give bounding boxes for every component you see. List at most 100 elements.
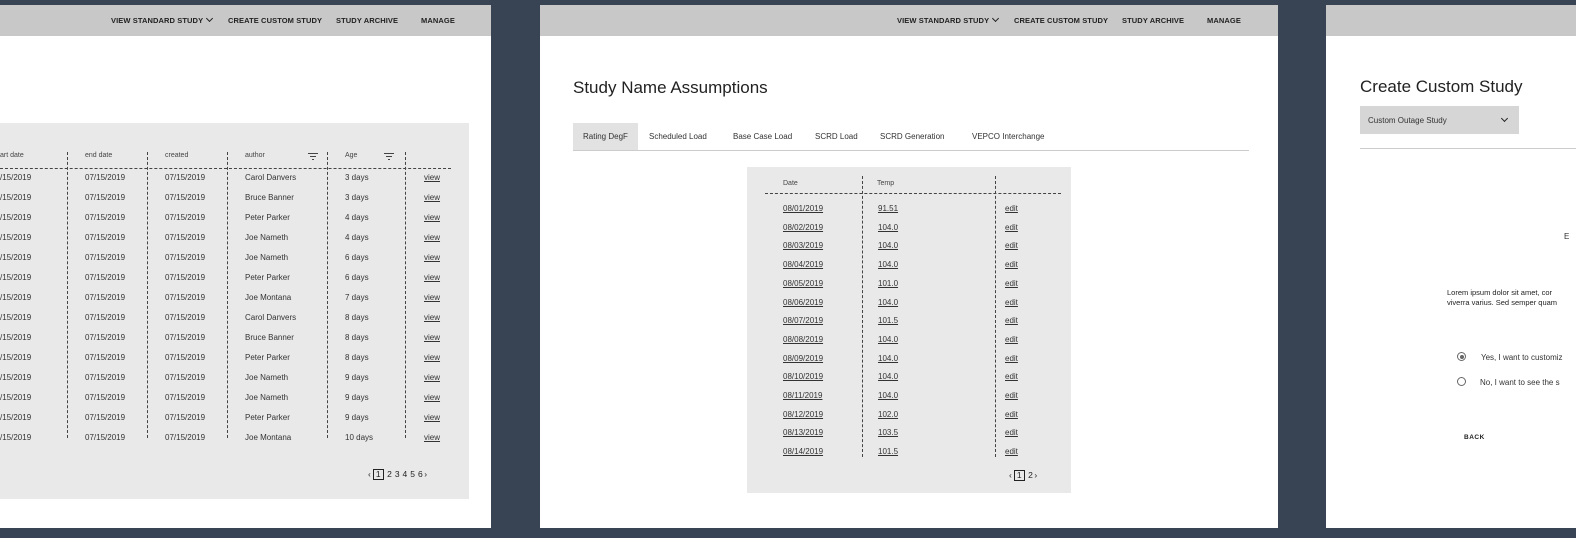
top-nav: VIEW STANDARD STUDY CREATE CUSTOM STUDY … (540, 5, 1278, 36)
nav-view-standard-study[interactable]: VIEW STANDARD STUDY (897, 14, 1000, 25)
view-link[interactable]: view (424, 413, 440, 422)
study-type-select[interactable]: Custom Outage Study (1360, 106, 1519, 134)
nav-create-custom-study[interactable]: CREATE CUSTOM STUDY (228, 16, 322, 25)
cell-temp-link[interactable]: 104.0 (878, 260, 898, 269)
nav-create-custom-study[interactable]: CREATE CUSTOM STUDY (1014, 16, 1108, 25)
cell-date-link[interactable]: 08/07/2019 (783, 316, 823, 325)
filter-icon[interactable] (308, 153, 318, 161)
cell-date-link[interactable]: 08/02/2019 (783, 223, 823, 232)
page-link[interactable]: 5 (410, 469, 415, 479)
partial-text: E (1564, 232, 1570, 241)
nav-view-standard-study[interactable]: VIEW STANDARD STUDY (111, 14, 214, 25)
chevron-right-icon[interactable]: › (1034, 470, 1037, 480)
cell-temp-link[interactable]: 104.0 (878, 223, 898, 232)
view-link[interactable]: view (424, 213, 440, 222)
cell-temp-link[interactable]: 104.0 (878, 241, 898, 250)
cell-date-link[interactable]: 08/14/2019 (783, 447, 823, 456)
cell-date-link[interactable]: 08/09/2019 (783, 354, 823, 363)
view-link[interactable]: view (424, 253, 440, 262)
cell-temp-link[interactable]: 104.0 (878, 298, 898, 307)
page-link[interactable]: 2 (387, 469, 392, 479)
cell-temp-link[interactable]: 102.0 (878, 410, 898, 419)
edit-link[interactable]: edit (1005, 204, 1018, 213)
view-link[interactable]: view (424, 313, 440, 322)
page-current[interactable]: 1 (372, 469, 384, 480)
tab-vepco-interchange[interactable]: VEPCO Interchange (972, 123, 1044, 151)
tab-scrd-generation[interactable]: SCRD Generation (880, 123, 944, 151)
view-link[interactable]: view (424, 173, 440, 182)
chevron-right-icon[interactable]: › (424, 469, 427, 479)
cell-created: 07/15/2019 (165, 333, 206, 342)
page-current[interactable]: 1 (1013, 470, 1025, 481)
edit-link[interactable]: edit (1005, 391, 1018, 400)
table-row: 08/07/2019 101.5 edit (747, 316, 1071, 334)
tab-base-case-load[interactable]: Base Case Load (733, 123, 792, 151)
table-row: 08/05/2019 101.0 edit (747, 279, 1071, 297)
edit-link[interactable]: edit (1005, 223, 1018, 232)
view-link[interactable]: view (424, 193, 440, 202)
edit-link[interactable]: edit (1005, 279, 1018, 288)
nav-study-archive[interactable]: STUDY ARCHIVE (1122, 16, 1184, 25)
tab-rating-degf[interactable]: Rating DegF (573, 123, 638, 151)
view-link[interactable]: view (424, 273, 440, 282)
edit-link[interactable]: edit (1005, 447, 1018, 456)
nav-manage[interactable]: MANAGE (1207, 16, 1241, 25)
nav-study-archive[interactable]: STUDY ARCHIVE (336, 16, 398, 25)
edit-link[interactable]: edit (1005, 241, 1018, 250)
edit-link[interactable]: edit (1005, 428, 1018, 437)
view-link[interactable]: view (424, 353, 440, 362)
edit-link[interactable]: edit (1005, 354, 1018, 363)
cell-date-link[interactable]: 08/04/2019 (783, 260, 823, 269)
cell-temp-link[interactable]: 91.51 (878, 204, 898, 213)
cell-date-link[interactable]: 08/03/2019 (783, 241, 823, 250)
view-link[interactable]: view (424, 333, 440, 342)
cell-temp-link[interactable]: 104.0 (878, 391, 898, 400)
cell-temp-link[interactable]: 101.0 (878, 279, 898, 288)
chevron-left-icon[interactable]: ‹ (1009, 470, 1012, 480)
cell-date-link[interactable]: 08/13/2019 (783, 428, 823, 437)
cell-date-link[interactable]: 08/10/2019 (783, 372, 823, 381)
view-link[interactable]: view (424, 393, 440, 402)
table-row: /15/2019 07/15/2019 07/15/2019 Joe Nameth 4 … (0, 233, 469, 253)
cell-temp-link[interactable]: 104.0 (878, 354, 898, 363)
edit-link[interactable]: edit (1005, 260, 1018, 269)
page-link[interactable]: 2 (1028, 470, 1033, 480)
edit-link[interactable]: edit (1005, 372, 1018, 381)
edit-link[interactable]: edit (1005, 298, 1018, 307)
cell-author: Joe Nameth (245, 253, 289, 262)
radio-empty-icon[interactable] (1457, 377, 1466, 386)
page-link[interactable]: 4 (403, 469, 408, 479)
cell-date-link[interactable]: 08/11/2019 (783, 391, 822, 400)
cell-date-link[interactable]: 08/06/2019 (783, 298, 823, 307)
cell-created: 07/15/2019 (165, 413, 206, 422)
cell-temp-link[interactable]: 101.5 (878, 316, 898, 325)
cell-temp-link[interactable]: 103.5 (878, 428, 898, 437)
filter-icon[interactable] (384, 153, 394, 161)
cell-date-link[interactable]: 08/01/2019 (783, 204, 823, 213)
nav-manage[interactable]: MANAGE (421, 16, 455, 25)
radio-no-label: No, I want to see the s (1480, 378, 1560, 387)
edit-link[interactable]: edit (1005, 410, 1018, 419)
back-button[interactable]: BACK (1464, 434, 1485, 441)
view-link[interactable]: view (424, 233, 440, 242)
view-link[interactable]: view (424, 433, 440, 442)
tab-scheduled-load[interactable]: Scheduled Load (649, 123, 707, 151)
cell-author: Joe Nameth (245, 393, 289, 402)
table-row: /15/2019 07/15/2019 07/15/2019 Joe Nameth 6 … (0, 253, 469, 273)
study-assumptions-panel: VIEW STANDARD STUDY CREATE CUSTOM STUDY … (540, 5, 1278, 528)
tab-scrd-load[interactable]: SCRD Load (815, 123, 858, 151)
cell-date-link[interactable]: 08/08/2019 (783, 335, 823, 344)
view-link[interactable]: view (424, 373, 440, 382)
edit-link[interactable]: edit (1005, 316, 1018, 325)
cell-temp-link[interactable]: 101.5 (878, 447, 898, 456)
page-link[interactable]: 3 (395, 469, 400, 479)
chevron-left-icon[interactable]: ‹ (368, 469, 371, 479)
edit-link[interactable]: edit (1005, 335, 1018, 344)
cell-date-link[interactable]: 08/12/2019 (783, 410, 823, 419)
cell-temp-link[interactable]: 104.0 (878, 335, 898, 344)
view-link[interactable]: view (424, 293, 440, 302)
radio-selected-icon[interactable] (1457, 352, 1466, 361)
cell-temp-link[interactable]: 104.0 (878, 372, 898, 381)
page-link[interactable]: 6 (418, 469, 423, 479)
cell-date-link[interactable]: 08/05/2019 (783, 279, 823, 288)
